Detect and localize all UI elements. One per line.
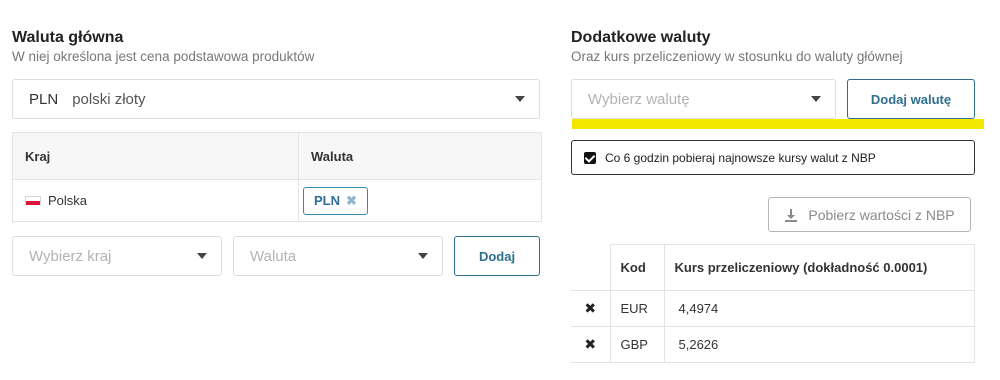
extra-currencies-title: Dodatkowe waluty [571,29,711,46]
table-row: Polska PLN ✖ [12,179,542,222]
currency-code-cell: EUR [609,290,665,327]
column-header-country: Kraj [12,132,299,180]
poland-flag-icon [25,196,41,205]
chevron-down-icon [197,253,207,259]
currency-tag[interactable]: PLN ✖ [303,186,368,215]
column-header-code: Kod [609,244,665,291]
currency-select-placeholder: Waluta [250,247,297,265]
extra-currency-select[interactable]: Wybierz walutę [571,79,836,119]
add-currency-button[interactable]: Dodaj walutę [847,79,975,119]
extra-currency-select-placeholder: Wybierz walutę [588,90,690,108]
highlight-marker [572,119,984,129]
download-icon [785,208,798,222]
main-currency-name: polski złoty [72,90,146,108]
table-row: ✖ GBP 5,2626 [571,326,975,363]
main-currency-select[interactable]: PLN polski złoty [12,79,540,119]
column-header-rate: Kurs przeliczeniowy (dokładność 0.0001) [663,244,975,291]
auto-fetch-label: Co 6 godzin pobieraj najnowsze kursy wal… [605,150,876,165]
currency-select[interactable]: Waluta [233,236,443,276]
auto-fetch-checkbox[interactable] [584,151,596,164]
exchange-rate-table: Kod Kurs przeliczeniowy (dokładność 0.00… [571,244,975,363]
country-select[interactable]: Wybierz kraj [12,236,222,276]
country-currency-table: Kraj Waluta Polska PLN ✖ [12,132,542,222]
remove-row-icon[interactable]: ✖ [584,336,596,352]
main-currency-title: Waluta główna [12,29,124,46]
main-currency-subtitle: W niej określona jest cena podstawowa pr… [12,49,315,64]
extra-currencies-subtitle: Oraz kurs przeliczeniowy w stosunku do w… [571,49,903,64]
chevron-down-icon [515,96,525,102]
country-name: Polska [48,193,88,208]
remove-row-icon[interactable]: ✖ [584,300,596,316]
exchange-rate-cell[interactable]: 4,4974 [663,290,975,327]
country-select-placeholder: Wybierz kraj [29,247,112,265]
column-header-remove [571,245,610,291]
currency-code-cell: GBP [609,326,665,363]
chevron-down-icon [418,253,428,259]
add-country-button[interactable]: Dodaj [454,236,540,276]
fetch-nbp-label: Pobierz wartości z NBP [808,206,955,223]
exchange-rate-cell[interactable]: 5,2626 [663,326,975,363]
chevron-down-icon [811,96,821,102]
table-row: ✖ EUR 4,4974 [571,290,975,327]
main-currency-code: PLN [29,90,59,108]
auto-fetch-option[interactable]: Co 6 godzin pobieraj najnowsze kursy wal… [571,140,975,175]
remove-tag-icon[interactable]: ✖ [346,193,357,209]
column-header-currency: Waluta [311,148,354,164]
fetch-nbp-button[interactable]: Pobierz wartości z NBP [768,197,971,232]
